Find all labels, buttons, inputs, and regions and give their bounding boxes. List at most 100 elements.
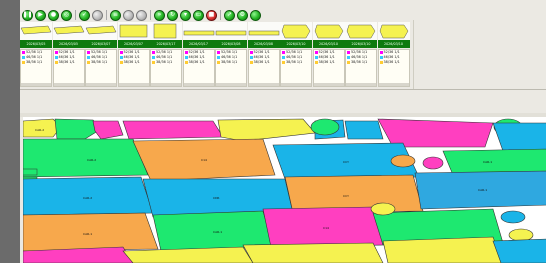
marker-column[interactable]: 2026/03/05 52/36 1/1 46/36 1/1 38/36 1/1 — [52, 20, 85, 95]
marker-header: 2026/03/10 — [280, 40, 312, 48]
stat-text: 52/36 1/1 — [351, 50, 368, 54]
stats-scrollbar[interactable] — [281, 83, 311, 86]
marker-column[interactable]: 2026/03/10 52/36 1/1 46/36 1/1 38/36 1/1 — [312, 20, 345, 95]
settings-icon[interactable]: ◎ — [61, 9, 72, 21]
color-swatch — [379, 60, 383, 64]
export-icon[interactable]: ↗ — [224, 9, 235, 21]
play-icon[interactable]: ▶ — [35, 9, 46, 21]
layers-icon[interactable]: ≡ — [110, 9, 121, 21]
color-swatch — [347, 55, 350, 59]
garment-piece[interactable] — [422, 156, 444, 170]
garment-piece[interactable] — [92, 120, 124, 140]
stat-text: 46/36 1/1 — [351, 55, 368, 59]
garment-piece[interactable] — [508, 228, 534, 242]
stats-scrollbar[interactable] — [216, 83, 246, 86]
marker-thumbnail[interactable] — [312, 22, 345, 40]
marker-thumbnail[interactable] — [280, 22, 312, 40]
marker-thumbnail[interactable] — [182, 22, 215, 40]
window-icon[interactable]: ▭ — [193, 9, 204, 21]
marker-stats: 52/36 1/1 46/36 1/1 38/36 1/1 — [85, 49, 117, 87]
marker-layout[interactable]: CAR-2 CAR-2 C14 CCY CAR-1 CAR-2 CDR CCY … — [23, 117, 546, 263]
marker-stats: 52/36 1/1 46/36 1/1 38/36 1/1 — [377, 49, 410, 87]
stats-scrollbar[interactable] — [118, 83, 149, 86]
stats-scrollbar[interactable] — [313, 83, 344, 86]
stat-text: 38/36 1/1 — [221, 60, 238, 64]
forward-icon[interactable]: » — [154, 9, 165, 21]
stats-scrollbar[interactable] — [151, 83, 181, 86]
record-icon[interactable]: ● — [48, 9, 59, 21]
color-swatch — [22, 55, 25, 59]
color-swatch — [119, 60, 123, 64]
circle-icon[interactable] — [250, 9, 261, 21]
stat-line: 38/36 1/1 — [281, 60, 311, 65]
piece-label: CAR-1 — [478, 188, 487, 192]
stat-line: 38/36 1/1 — [184, 60, 214, 65]
disabled-icon[interactable] — [92, 9, 103, 21]
garment-piece[interactable] — [217, 118, 316, 142]
marker-column[interactable]: 2026/03/10 52/36 1/1 46/36 1/1 38/36 1/1 — [377, 20, 410, 95]
stats-scrollbar[interactable] — [183, 83, 214, 86]
refresh-icon[interactable]: ↻ — [167, 9, 178, 21]
marker-column[interactable]: 2026/03/17 52/36 1/1 46/36 1/1 38/36 1/1 — [150, 20, 182, 95]
stop-icon[interactable]: ■ — [206, 9, 217, 21]
color-swatch — [184, 50, 188, 54]
stats-scrollbar[interactable] — [53, 83, 84, 86]
stat-line: 38/36 1/1 — [249, 60, 279, 65]
marker-canvas[interactable]: CAR-2 CAR-2 C14 CCY CAR-1 CAR-2 CDR CCY … — [23, 117, 546, 263]
stats-scrollbar[interactable] — [346, 83, 376, 86]
stats-scrollbar[interactable] — [86, 83, 116, 86]
garment-piece[interactable] — [390, 154, 416, 168]
garment-piece[interactable] — [382, 236, 504, 263]
marker-thumbnail[interactable] — [85, 22, 117, 40]
marker-column[interactable]: 2026/03/07 52/36 1/1 46/36 1/1 38/36 1/1 — [117, 20, 150, 95]
marker-thumbnail[interactable] — [247, 22, 280, 40]
marker-thumbnail[interactable] — [377, 22, 410, 40]
garment-piece[interactable] — [23, 168, 38, 176]
marker-thumbnail[interactable] — [150, 22, 182, 40]
marker-stats: 52/36 1/1 46/36 1/1 38/36 1/1 — [52, 49, 85, 87]
marker-column[interactable]: 2026/03/08 52/36 1/1 46/36 1/1 38/36 1/1 — [247, 20, 280, 95]
marker-column[interactable]: 2026/03/10 52/36 1/1 46/36 1/1 38/36 1/1 — [345, 20, 377, 95]
marker-shape — [20, 25, 52, 35]
garment-piece[interactable] — [122, 120, 224, 140]
garment-piece[interactable] — [310, 118, 340, 136]
marker-thumbnail[interactable] — [117, 22, 150, 40]
color-swatch — [152, 55, 155, 59]
garment-piece[interactable] — [492, 238, 546, 263]
marker-thumbnail[interactable] — [20, 22, 52, 40]
marker-thumbnail[interactable] — [52, 22, 85, 40]
marker-thumbnail[interactable] — [215, 22, 247, 40]
stats-scrollbar[interactable] — [21, 83, 51, 86]
piece-label: CAR-1 — [83, 232, 92, 236]
marker-shape — [379, 24, 408, 39]
stat-text: 38/36 1/1 — [123, 60, 140, 64]
color-swatch — [282, 50, 285, 54]
disabled-icon[interactable] — [136, 9, 147, 21]
check-icon[interactable]: ✓ — [79, 9, 90, 21]
garment-piece[interactable] — [377, 118, 494, 148]
marker-stats: 52/36 1/1 46/36 1/1 38/36 1/1 — [182, 49, 215, 87]
marker-column[interactable]: 2026/03/17 52/36 1/1 46/36 1/1 38/36 1/1 — [182, 20, 215, 95]
disabled-icon[interactable] — [123, 9, 134, 21]
options-icon[interactable]: ⚙ — [237, 9, 248, 21]
color-swatch — [347, 50, 350, 54]
garment-piece[interactable] — [23, 138, 149, 178]
marker-column[interactable]: 2026/03/05 52/36 1/1 46/36 1/1 38/36 1/1 — [20, 20, 52, 95]
piece-label: CAR-2 — [83, 196, 92, 200]
down-icon[interactable]: ▾ — [180, 9, 191, 21]
garment-piece[interactable] — [492, 122, 546, 152]
color-swatch — [152, 50, 155, 54]
marker-column[interactable]: 2026/03/10 52/36 1/1 46/36 1/1 38/36 1/1 — [280, 20, 312, 95]
garment-piece[interactable] — [370, 202, 396, 216]
color-swatch — [249, 55, 253, 59]
pause-icon[interactable]: ❚❚ — [22, 9, 33, 21]
stats-scrollbar[interactable] — [248, 83, 279, 86]
marker-column[interactable]: 2026/03/08 52/36 1/1 46/36 1/1 38/36 1/1 — [215, 20, 247, 95]
garment-piece[interactable] — [242, 242, 384, 263]
garment-piece[interactable] — [344, 120, 384, 140]
stats-scrollbar[interactable] — [378, 83, 409, 86]
marker-column[interactable]: 2026/03/07 52/36 1/1 46/36 1/1 38/36 1/1 — [85, 20, 117, 95]
marker-stats: 52/36 1/1 46/36 1/1 38/36 1/1 — [150, 49, 182, 87]
garment-piece[interactable] — [500, 210, 526, 224]
marker-thumbnail[interactable] — [345, 22, 377, 40]
